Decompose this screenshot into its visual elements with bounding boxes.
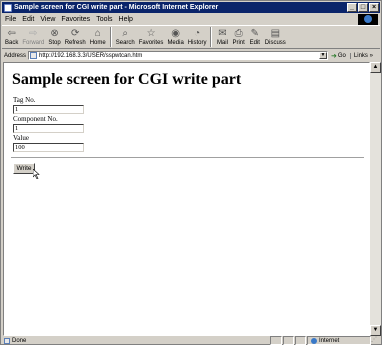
status-pane (295, 336, 306, 345)
go-arrow-icon: ➜ (331, 52, 337, 60)
toolbar-separator (210, 27, 213, 47)
stop-label: Stop (48, 40, 61, 46)
refresh-icon: ⟳ (71, 27, 80, 39)
zone-label: Internet (319, 337, 340, 344)
status-text: Done (4, 337, 27, 344)
discuss-label: Discuss (264, 40, 286, 46)
scroll-up-button[interactable]: ▲ (370, 62, 381, 73)
favorites-label: Favorites (138, 40, 164, 46)
page-content: Sample screen for CGI write part Tag No.… (3, 62, 370, 336)
edit-icon: ✎ (250, 27, 259, 39)
menu-edit[interactable]: Edit (22, 16, 34, 23)
back-arrow-icon: ⇦ (7, 27, 16, 39)
mail-label: Mail (216, 40, 228, 46)
edit-label: Edit (249, 40, 260, 46)
forward-button[interactable]: ⇨ Forward (22, 26, 44, 49)
edit-button[interactable]: ✎ Edit (249, 26, 261, 49)
home-label: Home (89, 40, 106, 46)
page-icon (30, 52, 38, 59)
status-pane (283, 336, 294, 345)
print-icon: ⎙ (234, 27, 243, 39)
media-label: Media (167, 40, 184, 46)
page-title: Sample screen for CGI write part (12, 71, 242, 88)
stop-button[interactable]: ⊗ Stop (48, 26, 60, 49)
window-controls: _ □ × (347, 3, 379, 12)
favorites-button[interactable]: ☆ Favorites (139, 26, 164, 49)
browser-window: Sample screen for CGI write part - Micro… (0, 0, 382, 345)
refresh-button[interactable]: ⟳ Refresh (65, 26, 86, 49)
maximize-button[interactable]: □ (358, 3, 368, 12)
search-icon: ⌕ (122, 27, 129, 39)
history-button[interactable]: ◔ History (188, 26, 207, 49)
security-zone: Internet (307, 336, 371, 345)
title-bar[interactable]: Sample screen for CGI write part - Micro… (2, 2, 380, 13)
ie-app-icon[interactable] (4, 3, 12, 12)
address-input[interactable]: http://192.168.3.3/USER/sspwtcan.htm ▼ (28, 51, 329, 60)
write-button[interactable]: Write (13, 163, 35, 174)
discuss-icon: ▤ (270, 27, 281, 39)
mail-icon: ✉ (218, 27, 227, 39)
back-button[interactable]: ⇦ Back (5, 26, 18, 49)
component-no-label: Component No. (13, 115, 58, 123)
horizontal-rule (11, 157, 364, 159)
value-label: Value (13, 134, 29, 142)
history-icon: ◔ (194, 27, 201, 39)
menu-bar: File Edit View Favorites Tools Help (2, 14, 380, 25)
close-button[interactable]: × (369, 3, 379, 12)
tag-no-label: Tag No. (13, 96, 36, 104)
minimize-button[interactable]: _ (347, 3, 357, 12)
favorites-icon: ☆ (146, 27, 156, 39)
status-message: Done (12, 337, 27, 344)
status-bar: Done Internet ⋰ (2, 336, 380, 345)
vertical-scrollbar[interactable]: ▲ ▼ (370, 62, 381, 336)
address-label: Address (4, 52, 27, 59)
go-button[interactable]: ➜ Go (331, 52, 346, 60)
history-label: History (187, 40, 207, 46)
stop-icon: ⊗ (50, 27, 59, 39)
menu-view[interactable]: View (40, 16, 55, 23)
menu-tools[interactable]: Tools (96, 16, 112, 23)
address-bar: Address http://192.168.3.3/USER/sspwtcan… (2, 50, 380, 61)
menu-favorites[interactable]: Favorites (61, 16, 90, 23)
address-dropdown-button[interactable]: ▼ (319, 52, 328, 59)
menu-help[interactable]: Help (119, 16, 133, 23)
page-icon (4, 337, 10, 344)
print-button[interactable]: ⎙ Print (232, 26, 244, 49)
scroll-down-button[interactable]: ▼ (370, 325, 381, 336)
window-title: Sample screen for CGI write part - Micro… (14, 4, 219, 11)
tag-no-input[interactable]: 1 (13, 105, 84, 114)
refresh-label: Refresh (64, 40, 86, 46)
forward-label: Forward (22, 40, 45, 46)
go-label: Go (337, 52, 346, 59)
status-pane (270, 336, 282, 345)
globe-icon (311, 337, 317, 344)
value-input[interactable]: 100 (13, 143, 84, 152)
media-icon: ◉ (171, 27, 180, 39)
print-label: Print (232, 40, 245, 46)
home-button[interactable]: ⌂ Home (90, 26, 106, 49)
toolbar-separator (109, 27, 112, 47)
back-label: Back (5, 40, 19, 46)
resize-grip-icon[interactable]: ⋰ (371, 336, 379, 344)
home-icon: ⌂ (94, 27, 101, 39)
address-url: http://192.168.3.3/USER/sspwtcan.htm (39, 52, 143, 59)
media-button[interactable]: ◉ Media (167, 26, 183, 49)
discuss-button[interactable]: ▤ Discuss (265, 26, 286, 49)
ie-throbber-logo (358, 14, 378, 25)
component-no-input[interactable]: 1 (13, 124, 84, 133)
mouse-pointer-icon (33, 169, 40, 179)
search-button[interactable]: ⌕ Search (116, 26, 135, 49)
standard-toolbar: ⇦ Back ⇨ Forward ⊗ Stop ⟳ Refresh ⌂ Home… (2, 25, 380, 49)
search-label: Search (115, 40, 135, 46)
mail-button[interactable]: ✉ Mail (216, 26, 228, 49)
forward-arrow-icon: ⇨ (29, 27, 38, 39)
menu-file[interactable]: File (5, 16, 16, 23)
links-button[interactable]: Links » (349, 52, 373, 59)
